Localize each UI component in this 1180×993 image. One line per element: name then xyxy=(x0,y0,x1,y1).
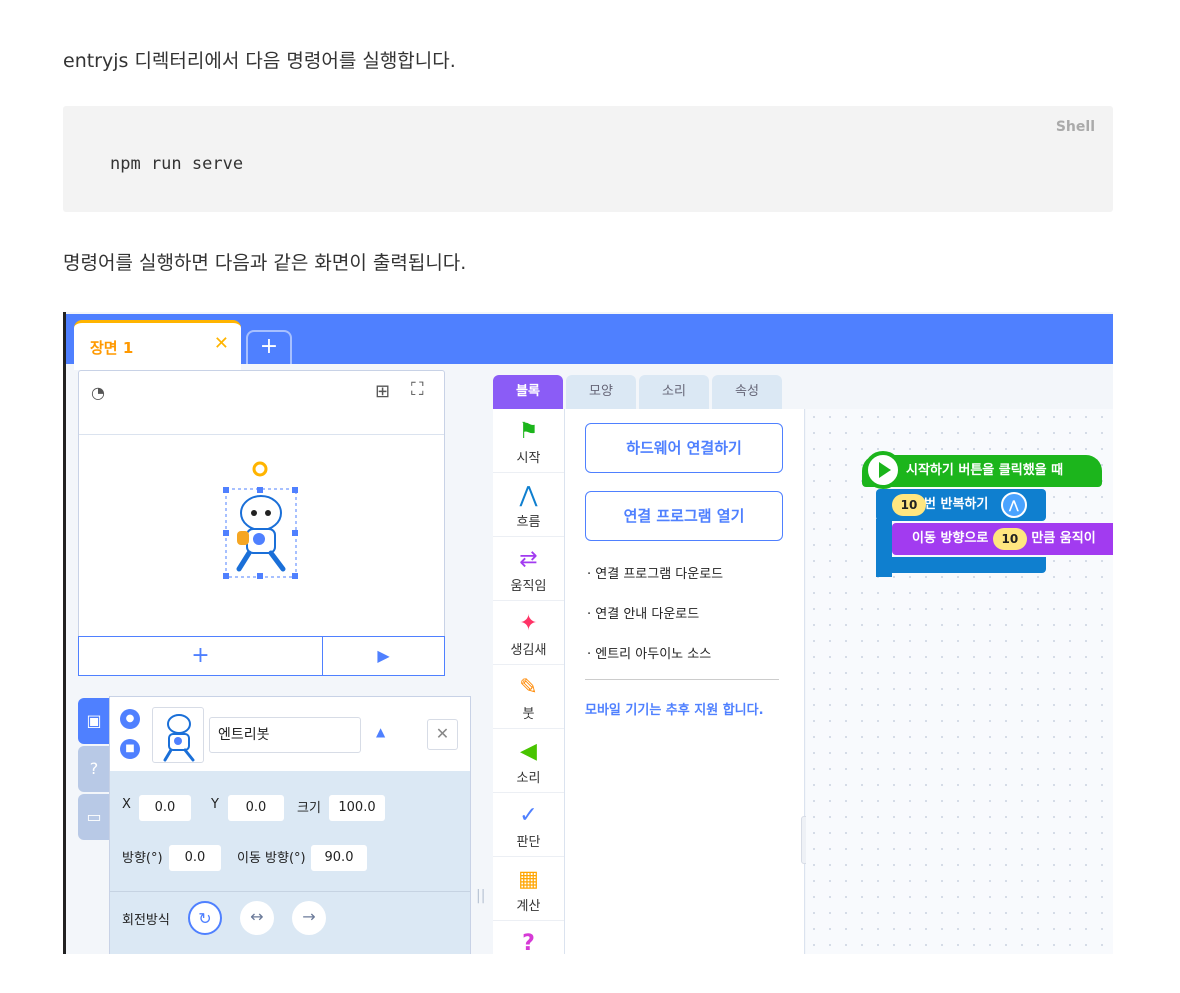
move-direction-input[interactable]: 90.0 xyxy=(311,845,367,871)
open-program-button[interactable]: 연결 프로그램 열기 xyxy=(585,491,783,541)
calc-icon: ▦ xyxy=(518,867,539,892)
size-input[interactable]: 100.0 xyxy=(329,795,385,821)
mobile-notice: 모바일 기기는 추후 지원 합니다. xyxy=(585,703,764,718)
move-block[interactable]: 이동 방향으로 10 만큼 움직이 xyxy=(892,523,1113,555)
flow-icon: ⋀ xyxy=(519,483,538,508)
move-count[interactable]: 10 xyxy=(992,527,1027,550)
object-panel: ● ■ 엔트리봇 ▲ ✕ X 0.0 Y 0.0 크기 100.0 방향(°) … xyxy=(109,696,471,954)
repeat-count[interactable]: 10 xyxy=(892,494,926,516)
block-categories: ⚑ 시작 ⋀ 흐름 ⇄ 움직임 ✦ 생김새 ✎ 붓 ◀ 소리 ✓ 판단 ▦ 계산 xyxy=(493,409,565,954)
scene-tab-label: 장면 1 xyxy=(90,339,134,357)
tab-shapes[interactable]: 모양 xyxy=(566,375,636,409)
code-language-label: Shell xyxy=(1055,119,1095,135)
move-icon: ⇄ xyxy=(519,547,538,572)
tab-blocks[interactable]: 블록 xyxy=(493,375,563,409)
divider xyxy=(110,891,470,892)
x-input[interactable]: 0.0 xyxy=(139,795,191,821)
rotation-label: 회전방식 xyxy=(122,913,170,928)
code-block: Shell npm run serve xyxy=(63,106,1113,212)
direction-input[interactable]: 0.0 xyxy=(169,845,221,871)
caret-up-icon[interactable]: ▲ xyxy=(376,725,385,739)
object-tab-icon[interactable]: ▣ xyxy=(78,698,110,744)
object-properties: X 0.0 Y 0.0 크기 100.0 방향(°) 0.0 이동 방향(°) … xyxy=(110,771,470,954)
object-side-tabs: ▣ ? ▭ xyxy=(78,698,110,842)
block-palette: 하드웨어 연결하기 연결 프로그램 열기 · 연결 프로그램 다운로드 · 연결… xyxy=(565,409,805,954)
play-icon xyxy=(864,451,902,489)
loop-icon: ⋀ xyxy=(1000,491,1027,518)
help-tab-icon[interactable]: ? xyxy=(78,746,110,792)
category-brush[interactable]: ✎ 붓 xyxy=(493,665,564,729)
entry-screenshot: 장면 1 ✕ + ◔ ⊞ ⛶ + ▶ ▣ ? ▭ ● ■ 엔트리봇 ▲ ✕ X … xyxy=(63,312,1113,954)
download-program-link[interactable]: · 연결 프로그램 다운로드 xyxy=(587,563,723,582)
object-header: ● ■ 엔트리봇 ▲ ✕ xyxy=(110,697,470,771)
entrybot-sprite[interactable] xyxy=(79,435,444,637)
direction-label: 방향(°) xyxy=(122,851,163,866)
category-more[interactable]: ? xyxy=(493,921,564,954)
close-icon[interactable]: ✕ xyxy=(214,333,229,354)
object-thumbnail xyxy=(152,707,204,763)
category-flow[interactable]: ⋀ 흐름 xyxy=(493,473,564,537)
y-label: Y xyxy=(211,797,219,812)
block-tabs: 블록 모양 소리 속성 xyxy=(493,375,785,409)
add-object-button[interactable]: + xyxy=(79,637,322,675)
check-icon: ✓ xyxy=(519,803,538,828)
category-move[interactable]: ⇄ 움직임 xyxy=(493,537,564,601)
code-command: npm run serve xyxy=(110,154,244,174)
when-start-block[interactable]: 시작하기 버튼을 클릭했을 때 xyxy=(862,451,1102,489)
category-looks[interactable]: ✦ 생김새 xyxy=(493,601,564,665)
tab-properties[interactable]: 속성 xyxy=(712,375,782,409)
repeat-block-foot xyxy=(876,557,1046,573)
speaker-icon: ◀ xyxy=(520,739,537,764)
intro-paragraph: entryjs 디렉터리에서 다음 명령어를 실행합니다. xyxy=(63,50,456,72)
object-name-input[interactable]: 엔트리봇 xyxy=(209,717,361,753)
resize-handle-icon[interactable]: || xyxy=(476,888,485,904)
tab-sounds[interactable]: 소리 xyxy=(639,375,709,409)
stage-panel: ◔ ⊞ ⛶ + ▶ xyxy=(78,370,445,676)
result-paragraph: 명령어를 실행하면 다음과 같은 화면이 출력됩니다. xyxy=(63,252,467,274)
brush-icon: ✎ xyxy=(519,675,538,700)
stage-canvas[interactable] xyxy=(79,435,444,637)
connect-hardware-button[interactable]: 하드웨어 연결하기 xyxy=(585,423,783,473)
lock-icon[interactable]: ■ xyxy=(120,739,140,759)
scene-tab[interactable]: 장면 1 ✕ xyxy=(74,320,241,370)
delete-object-icon[interactable]: ✕ xyxy=(427,719,458,750)
flag-icon: ⚑ xyxy=(518,419,539,444)
x-label: X xyxy=(122,797,131,812)
download-guide-link[interactable]: · 연결 안내 다운로드 xyxy=(587,603,699,622)
scene-bar: 장면 1 ✕ + xyxy=(66,314,1113,370)
stage-toolbar: ◔ ⊞ ⛶ xyxy=(79,371,444,435)
category-start[interactable]: ⚑ 시작 xyxy=(493,409,564,473)
stage-controls: + ▶ xyxy=(78,636,445,676)
arduino-source-link[interactable]: · 엔트리 아두이노 소스 xyxy=(587,643,711,662)
fullscreen-icon[interactable]: ⛶ xyxy=(411,379,424,400)
add-scene-button[interactable]: + xyxy=(246,330,292,364)
grid-icon[interactable]: ⊞ xyxy=(375,381,390,402)
y-input[interactable]: 0.0 xyxy=(228,795,284,821)
size-label: 크기 xyxy=(297,801,321,816)
speed-icon[interactable]: ◔ xyxy=(91,383,105,402)
category-judge[interactable]: ✓ 판단 xyxy=(493,793,564,857)
console-tab-icon[interactable]: ▭ xyxy=(78,794,110,840)
divider xyxy=(585,679,779,680)
rotate-horizontal-icon[interactable]: ↔ xyxy=(240,901,274,935)
rotate-none-icon[interactable]: → xyxy=(292,901,326,935)
eye-icon[interactable]: ● xyxy=(120,709,140,729)
category-sound[interactable]: ◀ 소리 xyxy=(493,729,564,793)
move-direction-label: 이동 방향(°) xyxy=(237,851,306,866)
repeat-block[interactable]: 10 번 반복하기 ⋀ xyxy=(876,489,1046,521)
category-calc[interactable]: ▦ 계산 xyxy=(493,857,564,921)
play-button[interactable]: ▶ xyxy=(322,637,444,675)
block-workspace[interactable]: 시작하기 버튼을 클릭했을 때 10 번 반복하기 ⋀ 이동 방향으로 10 만… xyxy=(806,409,1113,954)
rotate-free-icon[interactable]: ↻ xyxy=(188,901,222,935)
question-icon: ? xyxy=(522,931,535,954)
looks-icon: ✦ xyxy=(519,611,538,636)
